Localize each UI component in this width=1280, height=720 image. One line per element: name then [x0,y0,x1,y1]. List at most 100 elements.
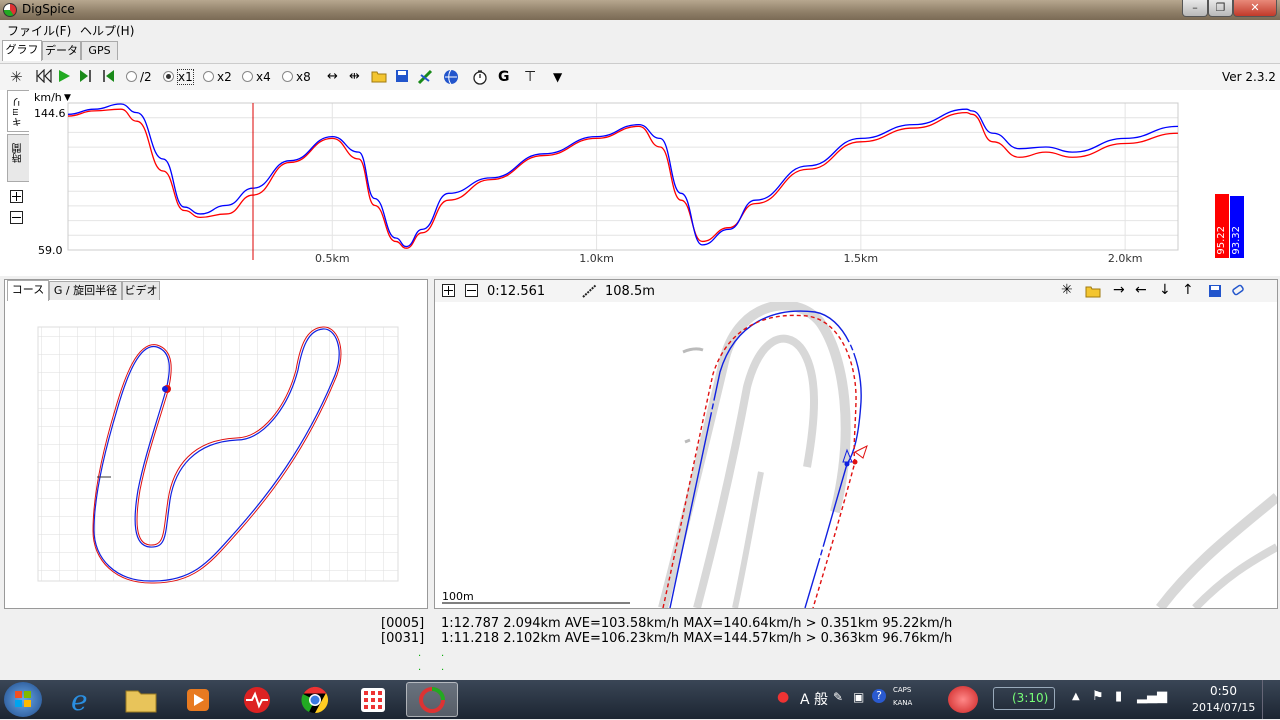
map-zoom-in-button[interactable] [442,284,455,297]
menu-help[interactable]: ヘルプ(H) [80,22,134,39]
edit-icon[interactable] [417,69,433,85]
eraser-icon[interactable] [1230,284,1246,301]
clock-time[interactable]: 0:50 [1210,684,1237,698]
tab-data[interactable]: データ [42,41,81,60]
y-tick-min: 59.0 [38,244,63,257]
marker-dot: · [441,665,445,676]
explorer-icon[interactable] [118,682,164,717]
speed-x1-radio[interactable]: x1 [163,69,194,85]
maximize-button[interactable]: ❐ [1208,0,1233,17]
arrow-left-icon[interactable]: ← [1135,282,1147,298]
lap-id-1: [0005] [381,616,425,631]
course-map[interactable] [5,300,427,608]
map-open-folder-icon[interactable] [1085,284,1101,301]
speed-x8-label: x8 [296,70,311,84]
speed-x1-label: x1 [177,69,194,85]
tray-app-icon[interactable] [948,686,978,713]
expand-icon[interactable]: ↔ [327,69,338,85]
marker-dot: · [441,651,445,662]
caps-indicator: CAPS [893,686,912,694]
minimize-button[interactable]: – [1182,0,1208,17]
map-zoom-out-button[interactable] [465,284,478,297]
power-icon[interactable]: ▮ [1115,689,1122,704]
play-icon[interactable] [57,69,71,85]
ruler-icon[interactable] [582,284,598,301]
map-distance: 108.5m [605,284,655,299]
close-button[interactable]: ✕ [1233,0,1277,17]
speed-x4-radio[interactable]: x4 [242,69,271,85]
speed-chart[interactable]: 0.5km 1.0km 1.5km 2.0km 144.6 59.0 [0,90,1280,276]
tray-expand-icon[interactable]: ▲ [1072,691,1080,702]
battery-time: (3:10) [1012,691,1049,705]
kana-indicator: KANA [893,699,913,707]
legend-red-bar: 95.22 [1215,194,1229,258]
legend-value: 95.22 [1216,226,1227,255]
battery-indicator[interactable]: (3:10) [993,687,1055,710]
notification-icon[interactable]: ● [777,689,789,705]
tab-course[interactable]: コース [7,280,49,301]
speed-x2-radio[interactable]: x2 [203,69,232,85]
menu-bar: ファイル(F) ヘルプ(H) [0,20,1280,39]
app-icon [3,3,17,17]
speed-half-radio[interactable]: /2 [126,69,152,85]
scale-label: 100m [442,590,474,603]
speed-half-label: /2 [140,70,152,84]
legend-blue-bar: 93.32 [1230,196,1244,258]
x-tick-label: 2.0km [1108,252,1143,265]
speed-x8-radio[interactable]: x8 [282,69,311,85]
globe-icon[interactable] [443,69,459,85]
map-toolbar: 0:12.561 108.5m ✳ → ← ↓ ↑ [435,280,1277,302]
detail-map-panel: 0:12.561 108.5m ✳ → ← ↓ ↑ 100m [434,279,1278,609]
ime-settings-icon[interactable]: ✎ [833,690,843,704]
apps-grid-icon[interactable] [350,682,396,717]
x-tick-label: 1.5km [844,252,879,265]
tab-g-radius[interactable]: G / 旋回半径 [49,281,122,300]
sparkle-icon[interactable]: ✳ [10,69,23,85]
altitude-icon[interactable]: ⊤ [524,69,536,85]
series-line-1 [67,103,1179,248]
window-title: DigSpice [22,2,75,16]
taskbar: e ● A 般 ✎ ▣ ? CAPS KANA (3:10) ▲ ⚑ ▮ ▂▄▆… [0,680,1280,719]
arrow-right-icon[interactable]: → [1113,282,1125,298]
save-icon[interactable] [395,69,409,85]
map-sparkle-icon[interactable]: ✳ [1061,282,1073,298]
tab-gps[interactable]: GPS [81,41,118,60]
ie-icon[interactable]: e [60,682,106,717]
dropdown-icon[interactable]: ▼ [553,69,562,85]
show-desktop-button[interactable] [1262,680,1279,719]
course-panel: コース G / 旋回半径 ビデオ [4,279,428,609]
speed-graph-area: キョリ 時間 km/h ▼ 0.5km 1.0km 1.5km 2.0km 144.6 5… [0,90,1280,276]
map-save-icon[interactable] [1208,284,1222,301]
legend-value: 93.32 [1231,226,1242,255]
lap-text-1: 1:12.787 2.094km AVE=103.58km/h MAX=140.… [441,616,953,631]
stopwatch-icon[interactable] [472,69,488,85]
ime-indicator[interactable]: A 般 [800,689,828,709]
arrow-up-icon[interactable]: ↑ [1182,282,1194,298]
ime-tools-icon[interactable]: ▣ [853,690,864,704]
digspice-task-icon[interactable] [406,682,458,717]
detail-map[interactable]: 100m [435,302,1277,608]
g-force-icon[interactable]: G [498,69,510,85]
version-label: Ver 2.3.2 [1222,70,1276,84]
action-center-icon[interactable]: ⚑ [1092,689,1104,704]
arrow-down-icon[interactable]: ↓ [1159,282,1171,298]
step-back-icon[interactable] [102,69,116,85]
contract-icon[interactable]: ⇹ [349,69,360,85]
start-button[interactable] [4,682,42,717]
media-player-icon[interactable] [176,682,222,717]
title-bar: DigSpice – ❐ ✕ [0,0,1280,20]
volume-icon[interactable]: 🔈︎ [1162,688,1170,704]
heartbeat-app-icon[interactable] [234,682,280,717]
marker-dot: · [418,665,422,676]
chrome-icon[interactable] [292,682,338,717]
rewind-icon[interactable] [36,68,52,85]
menu-file[interactable]: ファイル(F) [7,22,71,39]
tab-video[interactable]: ビデオ [122,281,160,300]
tab-graph[interactable]: グラフ [2,40,42,61]
series-line-0 [67,108,1179,249]
step-forward-icon[interactable] [78,69,92,85]
clock-date[interactable]: 2014/07/15 [1192,701,1255,714]
help-icon[interactable]: ? [872,689,886,703]
open-folder-icon[interactable] [371,69,387,85]
x-tick-label: 0.5km [315,252,350,265]
